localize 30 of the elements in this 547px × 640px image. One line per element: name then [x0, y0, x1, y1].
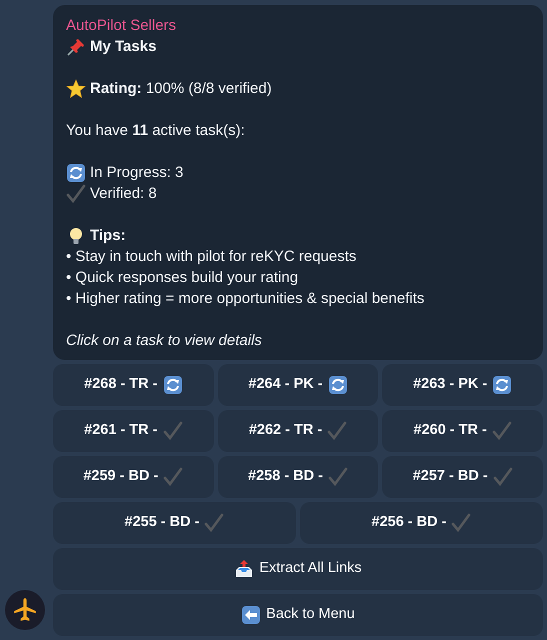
airplane-icon — [12, 597, 38, 623]
pin-icon — [66, 36, 86, 56]
task-button[interactable]: #255 - BD - — [53, 502, 296, 544]
status-text: Verified: 8 — [90, 184, 157, 204]
refresh-icon — [66, 162, 86, 182]
footer-text: Click on a task to view details — [66, 331, 263, 351]
menu-button[interactable]: Back to Menu — [53, 594, 543, 636]
outbox-tray-icon — [234, 559, 254, 579]
tip-text: • Quick responses build your rating — [66, 268, 300, 288]
task-button[interactable]: #258 - BD - — [218, 456, 378, 498]
task-button[interactable]: #259 - BD - — [53, 456, 214, 498]
task-button[interactable]: #262 - TR - — [218, 410, 378, 452]
message-title: My Tasks — [90, 37, 156, 57]
tip-text: • Higher rating = more opportunities & special benefits — [66, 289, 426, 309]
sender-name: AutoPilot Sellers — [66, 16, 178, 36]
task-button[interactable]: #268 - TR - — [53, 364, 214, 406]
check-icon — [66, 184, 86, 204]
task-button[interactable]: #263 - PK - — [382, 364, 544, 406]
task-button[interactable]: #256 - BD - — [300, 502, 543, 544]
summary-text: You have 11 active task(s): — [66, 121, 246, 141]
tip-text: • Stay in touch with pilot for reKYC requests — [66, 247, 358, 267]
task-button[interactable]: #257 - BD - — [382, 456, 544, 498]
task-button[interactable]: #260 - TR - — [382, 410, 544, 452]
task-button[interactable]: #261 - TR - — [53, 410, 214, 452]
menu-button[interactable]: Extract All Links — [53, 548, 543, 590]
status-text: In Progress: 3 — [90, 163, 184, 183]
star-icon — [66, 78, 86, 98]
tips-heading: Tips: — [90, 226, 126, 246]
task-button[interactable]: #264 - PK - — [218, 364, 378, 406]
rating-text: Rating: 100% (8/8 verified) — [90, 79, 272, 99]
